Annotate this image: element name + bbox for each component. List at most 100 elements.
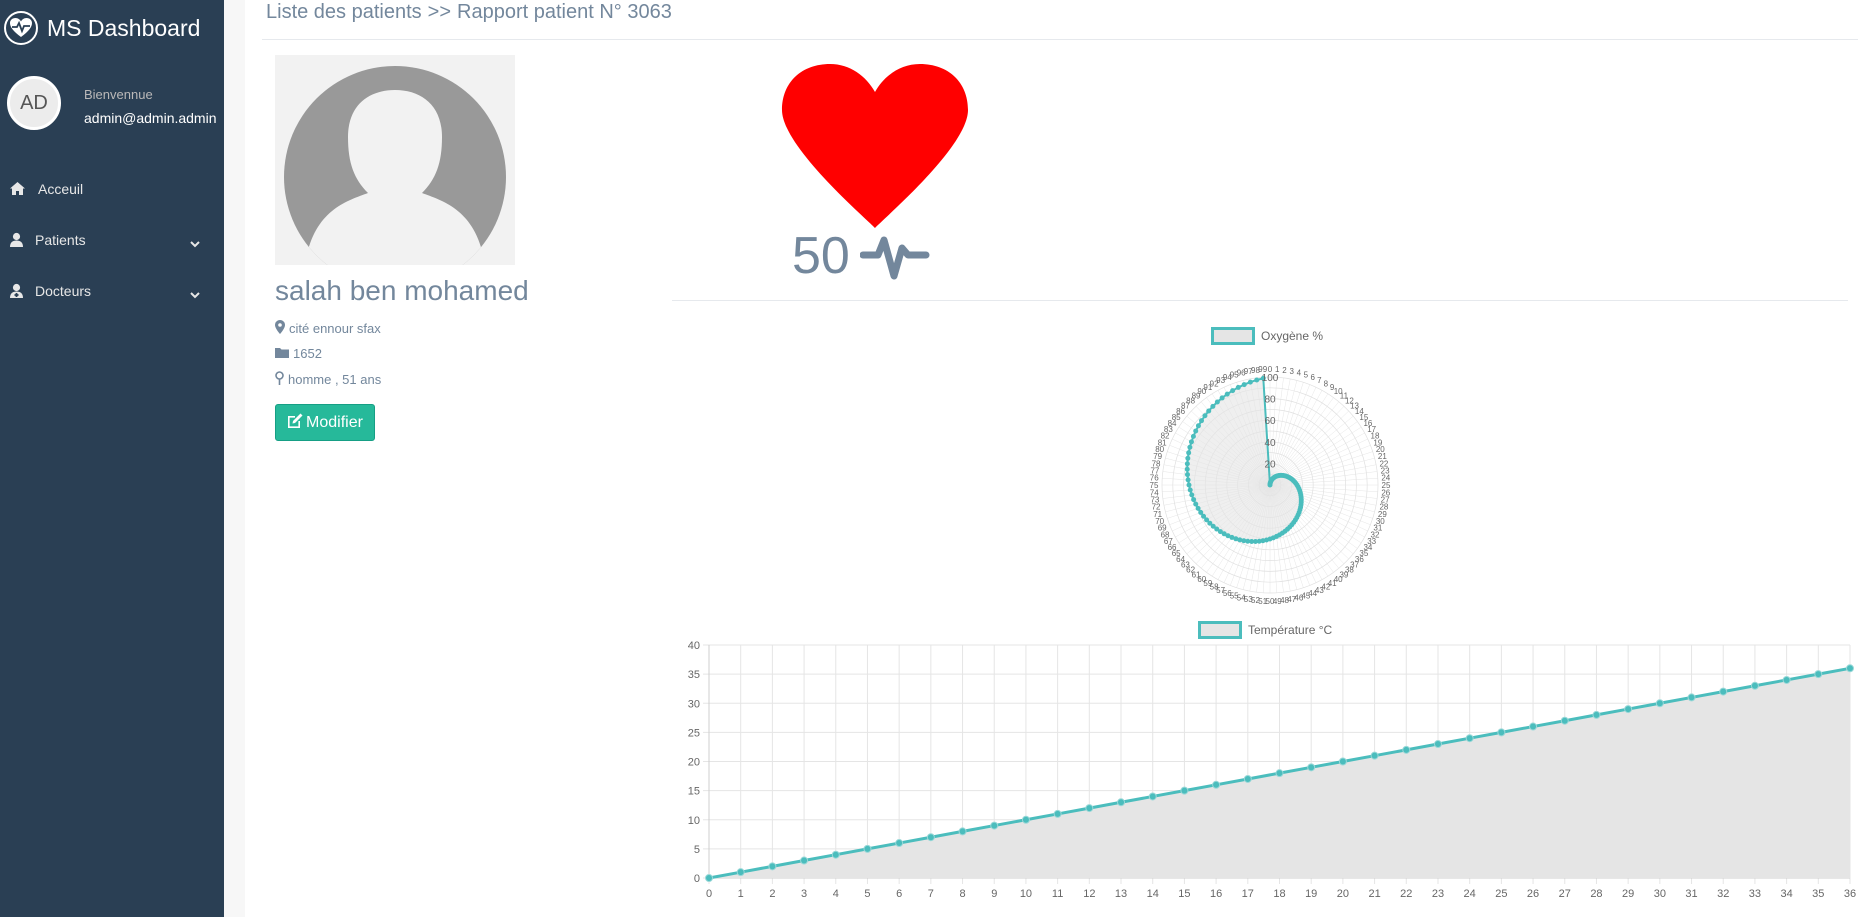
radar-point [1245, 538, 1251, 544]
radar-point-label: 8 [1324, 379, 1329, 388]
temperature-point [1814, 670, 1823, 679]
temperature-point [990, 821, 999, 830]
temperature-point [1021, 815, 1030, 824]
patient-name: salah ben mohamed [275, 275, 529, 306]
radar-point-label: 0 [1268, 365, 1273, 374]
breadcrumb-current: Rapport patient N° 3063 [457, 1, 672, 23]
radar-point-label: 5 [1304, 371, 1309, 380]
profile-image [275, 55, 515, 265]
brand[interactable]: MS Dashboard [4, 10, 200, 46]
nav-item-acceuil[interactable]: Acceuil [0, 172, 224, 206]
x-tick-label: 34 [1780, 888, 1792, 900]
radar-point-label: 99 [1258, 365, 1267, 374]
radar-point [1210, 523, 1216, 529]
legend-swatch [1211, 327, 1255, 345]
temperature-point [1212, 780, 1221, 789]
radar-point [1202, 413, 1208, 419]
radar-point [1187, 487, 1193, 493]
doctor-icon [9, 283, 24, 301]
radar-point [1229, 534, 1235, 540]
radar-point [1241, 382, 1247, 388]
nav-item-patients[interactable]: Patients [0, 223, 224, 257]
temperature-point [1624, 705, 1633, 714]
temperature-point [1782, 675, 1791, 684]
radar-point [1247, 379, 1253, 385]
heart-rate-value: 50 [792, 227, 850, 285]
x-tick-label: 17 [1242, 888, 1254, 900]
gender-age-text: homme , 51 ans [288, 372, 382, 387]
temperature-point [1560, 716, 1569, 725]
radar-point-label: 1 [1275, 365, 1280, 374]
patient-address: cité ennour sfax [275, 320, 381, 337]
radar-point [1186, 482, 1192, 488]
radar-point [1184, 461, 1190, 467]
divider [262, 39, 1858, 40]
radar-point-label: 6 [1310, 373, 1315, 382]
map-marker-icon [275, 320, 285, 337]
temperature-point [1402, 745, 1411, 754]
radar-point [1210, 403, 1216, 409]
x-tick-label: 7 [928, 888, 934, 900]
x-tick-label: 20 [1337, 888, 1349, 900]
x-tick-label: 11 [1052, 888, 1063, 900]
temperature-point [1497, 728, 1506, 737]
x-tick-label: 27 [1559, 888, 1571, 900]
radar-point [1254, 377, 1260, 383]
x-tick-label: 16 [1210, 888, 1222, 900]
radar-point [1187, 444, 1193, 450]
y-tick-label: 0 [694, 873, 700, 885]
edit-label: Modifier [306, 413, 363, 431]
breadcrumb-link-patients[interactable]: Liste des patients [266, 1, 422, 24]
radar-point [1201, 513, 1207, 519]
file-number: 1652 [293, 346, 322, 361]
oxygen-legend[interactable]: Oxygène % [1211, 327, 1323, 345]
temperature-point [1243, 774, 1252, 783]
x-tick-label: 8 [959, 888, 965, 900]
radar-tick-label: 100 [1262, 373, 1279, 384]
temperature-point [1846, 664, 1854, 673]
radar-tick-label: 20 [1264, 459, 1276, 470]
temperature-point [958, 827, 967, 836]
radar-point [1195, 423, 1201, 429]
x-tick-label: 1 [738, 888, 744, 900]
temperature-point [736, 868, 745, 877]
radar-tick-label: 40 [1264, 438, 1276, 449]
temperature-point [1053, 809, 1062, 818]
temperature-point [705, 874, 713, 882]
radar-point [1217, 529, 1223, 535]
radar-point [1237, 537, 1243, 543]
address-text: cité ennour sfax [289, 321, 381, 336]
temperature-legend[interactable]: Température °C [1198, 621, 1332, 639]
folder-icon [275, 346, 289, 361]
y-tick-label: 30 [688, 698, 700, 710]
x-tick-label: 19 [1305, 888, 1317, 900]
temperature-point [1719, 687, 1728, 696]
y-tick-label: 35 [688, 669, 700, 681]
radar-point [1184, 466, 1190, 472]
x-tick-label: 35 [1812, 888, 1824, 900]
radar-point-label: 4 [1297, 369, 1302, 378]
heartbeat-icon [4, 11, 38, 45]
temperature-point [1529, 722, 1538, 731]
radar-point [1199, 418, 1205, 424]
breadcrumb: Liste des patients >> Rapport patient N°… [266, 1, 672, 24]
radar-point [1214, 399, 1220, 405]
y-tick-label: 20 [688, 757, 700, 769]
nav-item-docteurs[interactable]: Docteurs [0, 274, 224, 308]
temperature-point [1180, 786, 1189, 795]
radar-tick-label: 60 [1264, 416, 1276, 427]
home-icon [9, 181, 26, 199]
divider [672, 300, 1848, 301]
avatar[interactable]: AD [7, 76, 61, 130]
temperature-point [1750, 681, 1759, 690]
temperature-point [1655, 699, 1664, 708]
edit-button[interactable]: Modifier [275, 404, 375, 441]
temperature-point [1338, 757, 1347, 766]
radar-point [1193, 428, 1199, 434]
radar-point [1225, 533, 1231, 539]
x-tick-label: 13 [1115, 888, 1127, 900]
x-tick-label: 31 [1685, 888, 1697, 900]
temperature-point [1085, 804, 1094, 813]
radar-point [1235, 384, 1241, 390]
x-tick-label: 32 [1717, 888, 1729, 900]
